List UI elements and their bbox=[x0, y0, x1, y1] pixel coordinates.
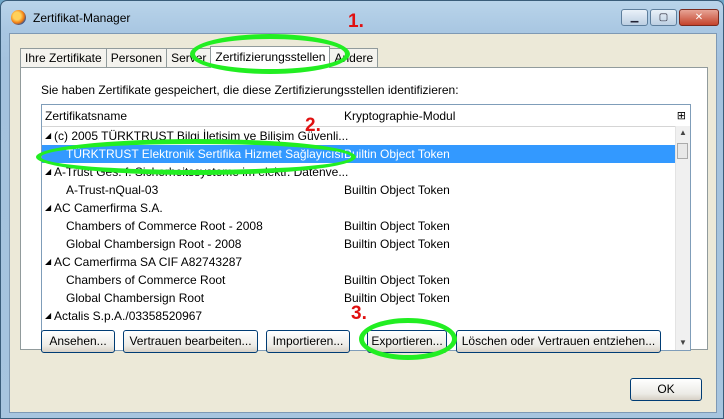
cert-name: Chambers of Commerce Root - 2008 bbox=[66, 219, 263, 233]
view-button[interactable]: Ansehen... bbox=[41, 330, 115, 353]
column-picker-icon[interactable]: ⊞ bbox=[677, 109, 686, 122]
tree-row[interactable]: ◢ A-Trust Ges. f. Sicherheitssysteme im e… bbox=[42, 163, 676, 181]
minimize-icon: ▁ bbox=[630, 12, 639, 23]
cert-name: Global Chambersign Root bbox=[66, 291, 205, 305]
scroll-thumb[interactable] bbox=[677, 143, 688, 159]
certificate-manager-window: Zertifikat-Manager ▁ ▢ ✕ Ihre Zertifikat… bbox=[0, 0, 724, 419]
intro-text: Sie haben Zertifikate gespeichert, die d… bbox=[41, 83, 459, 97]
cert-name: AC Camerfirma S.A. bbox=[54, 201, 163, 215]
cert-name: A-Trust-nQual-03 bbox=[66, 183, 159, 197]
scroll-down-icon[interactable]: ▼ bbox=[676, 336, 690, 350]
tree-row[interactable]: Chambers of Commerce Root Builtin Object … bbox=[42, 271, 676, 289]
tree-row[interactable]: A-Trust-nQual-03 Builtin Object Token bbox=[42, 181, 676, 199]
cert-name: Global Chambersign Root - 2008 bbox=[66, 237, 242, 251]
column-header-module[interactable]: Kryptographie-Modul bbox=[344, 109, 455, 123]
collapse-triangle-icon[interactable]: ◢ bbox=[45, 253, 51, 271]
cert-name: AC Camerfirma SA CIF A82743287 bbox=[54, 255, 243, 269]
cert-module: Builtin Object Token bbox=[344, 237, 450, 251]
import-button[interactable]: Importieren... bbox=[266, 330, 350, 353]
collapse-triangle-icon[interactable]: ◢ bbox=[45, 199, 51, 217]
tree-row-selected[interactable]: TÜRKTRUST Elektronik Sertifika Hizmet Sa… bbox=[42, 145, 676, 163]
maximize-button[interactable]: ▢ bbox=[650, 9, 677, 26]
ok-button[interactable]: OK bbox=[630, 378, 702, 401]
delete-distrust-button[interactable]: Löschen oder Vertrauen entziehen... bbox=[456, 330, 661, 353]
close-button[interactable]: ✕ bbox=[679, 9, 719, 26]
tree-row[interactable]: Chambers of Commerce Root - 2008 Builtin … bbox=[42, 217, 676, 235]
collapse-triangle-icon[interactable]: ◢ bbox=[45, 163, 51, 181]
annotation-step-1: 1. bbox=[348, 11, 364, 32]
tree-row[interactable]: ◢ AC Camerfirma SA CIF A82743287 bbox=[42, 253, 676, 271]
dialog-body: Ihre Zertifikate Personen Server Zertifi… bbox=[9, 33, 717, 413]
vertical-scrollbar[interactable]: ▲ ▼ bbox=[675, 126, 690, 350]
column-header-name[interactable]: Zertifikatsname bbox=[45, 109, 127, 123]
tab-your-certificates[interactable]: Ihre Zertifikate bbox=[20, 48, 107, 68]
tab-servers[interactable]: Server bbox=[166, 48, 212, 68]
cert-name: TÜRKTRUST Elektronik Sertifika Hizmet Sa… bbox=[66, 147, 344, 161]
cert-name: Chambers of Commerce Root bbox=[66, 273, 226, 287]
maximize-icon: ▢ bbox=[658, 12, 669, 23]
collapse-triangle-icon[interactable]: ◢ bbox=[45, 307, 51, 325]
export-button[interactable]: Exportieren... bbox=[367, 330, 447, 353]
cert-name: A-Trust Ges. f. Sicherheitssysteme im el… bbox=[54, 165, 349, 179]
annotation-step-3: 3. bbox=[351, 303, 367, 324]
cert-module: Builtin Object Token bbox=[344, 219, 450, 233]
cert-name: Actalis S.p.A./03358520967 bbox=[54, 309, 203, 323]
tree-row[interactable]: ◢ (c) 2005 TÜRKTRUST Bilgi İletişim ve Bi… bbox=[42, 127, 676, 145]
collapse-triangle-icon[interactable]: ◢ bbox=[45, 127, 51, 145]
tab-people[interactable]: Personen bbox=[105, 48, 168, 68]
tree-rows: ◢ (c) 2005 TÜRKTRUST Bilgi İletişim ve Bi… bbox=[42, 127, 676, 325]
minimize-button[interactable]: ▁ bbox=[621, 9, 648, 26]
tree-row[interactable]: ◢ AC Camerfirma S.A. bbox=[42, 199, 676, 217]
tab-authorities[interactable]: Zertifizierungsstellen bbox=[210, 46, 331, 68]
scroll-up-icon[interactable]: ▲ bbox=[676, 126, 690, 140]
tab-others[interactable]: Andere bbox=[329, 48, 379, 68]
edit-trust-button[interactable]: Vertrauen bearbeiten... bbox=[123, 330, 258, 353]
tree-row[interactable]: Global Chambersign Root - 2008 Builtin Ob… bbox=[42, 235, 676, 253]
window-title: Zertifikat-Manager bbox=[33, 11, 131, 25]
firefox-icon bbox=[11, 10, 26, 25]
close-icon: ✕ bbox=[694, 12, 704, 23]
cert-module: Builtin Object Token bbox=[344, 273, 450, 287]
cert-module: Builtin Object Token bbox=[344, 147, 450, 161]
tab-strip: Ihre Zertifikate Personen Server Zertifi… bbox=[20, 46, 379, 68]
tree-header: Zertifikatsname Kryptographie-Modul ⊞ bbox=[42, 105, 690, 127]
annotation-step-2: 2. bbox=[305, 115, 321, 136]
cert-module: Builtin Object Token bbox=[344, 183, 450, 197]
